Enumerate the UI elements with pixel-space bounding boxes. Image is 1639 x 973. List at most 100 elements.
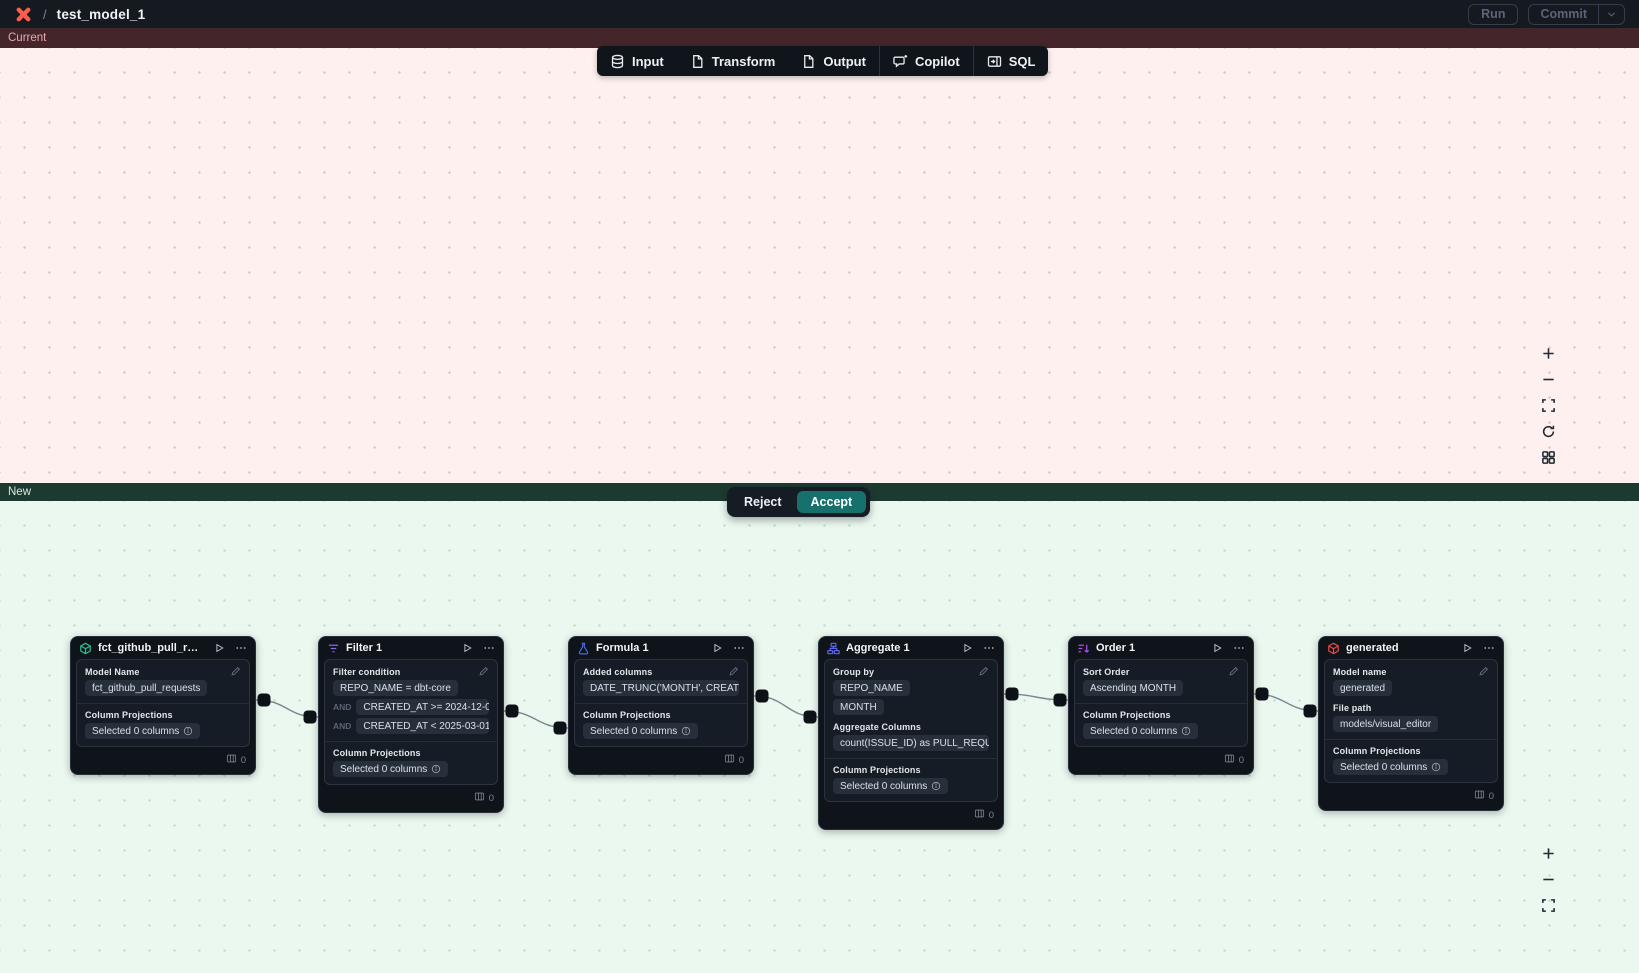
pill-row: MONTH xyxy=(833,699,989,715)
info-icon[interactable] xyxy=(931,781,941,791)
run-node-icon[interactable] xyxy=(213,642,225,654)
value-pill[interactable]: Ascending MONTH xyxy=(1083,680,1183,696)
value-pill[interactable]: Selected 0 columns xyxy=(833,778,948,794)
input-port[interactable] xyxy=(1054,694,1067,707)
node-card: Model Namefct_github_pull_requests Column… xyxy=(76,659,250,747)
node-order-1[interactable]: Order 1Sort OrderAscending MONTHColumn P… xyxy=(1068,636,1254,775)
fit-view-icon[interactable] xyxy=(1540,897,1557,914)
value-pill[interactable]: DATE_TRUNC('MONTH', CREATED_AT… xyxy=(583,680,739,696)
output-port[interactable] xyxy=(1256,688,1269,701)
accept-button[interactable]: Accept xyxy=(797,491,867,513)
node-menu-icon[interactable] xyxy=(983,642,995,654)
zoom-in-icon[interactable] xyxy=(1540,345,1557,362)
refresh-icon[interactable] xyxy=(1540,423,1557,440)
run-node-icon[interactable] xyxy=(961,642,973,654)
node-title: generated xyxy=(1346,642,1451,654)
dbt-logo-icon[interactable] xyxy=(14,5,33,24)
node-menu-icon[interactable] xyxy=(483,642,495,654)
output-port[interactable] xyxy=(258,694,271,707)
toolbar-copilot-button[interactable]: Copilot xyxy=(880,46,973,76)
node-aggregate-1[interactable]: Aggregate 1Group byREPO_NAMEMONTHAggrega… xyxy=(818,636,1004,830)
pill-text: Selected 0 columns xyxy=(1340,762,1427,773)
node-generated[interactable]: generatedModel namegeneratedFile pathmod… xyxy=(1318,636,1504,811)
value-pill[interactable]: models/visual_editor xyxy=(1333,716,1438,732)
layout-grid-icon[interactable] xyxy=(1540,449,1557,466)
toolbar-item-label: Copilot xyxy=(915,54,960,69)
value-pill[interactable]: Selected 0 columns xyxy=(583,723,698,739)
section-label: Column Projections xyxy=(583,710,671,720)
node-fct-github-pull-requests[interactable]: fct_github_pull_requestsModel Namefct_gi… xyxy=(70,636,256,775)
edit-pencil-icon[interactable] xyxy=(978,666,989,677)
value-pill[interactable]: Selected 0 columns xyxy=(1333,759,1448,775)
commit-dropdown-button[interactable] xyxy=(1598,5,1624,24)
info-icon[interactable] xyxy=(681,726,691,736)
commit-split-button: Commit xyxy=(1528,4,1625,25)
run-node-icon[interactable] xyxy=(1461,642,1473,654)
file-icon xyxy=(801,54,816,69)
value-pill[interactable]: REPO_NAME = dbt-core xyxy=(333,680,458,696)
toolbar-input-button[interactable]: Input xyxy=(597,46,677,76)
run-node-icon[interactable] xyxy=(711,642,723,654)
node-menu-icon[interactable] xyxy=(733,642,745,654)
zoom-out-icon[interactable] xyxy=(1540,871,1557,888)
node-formula-1[interactable]: Formula 1Added columnsDATE_TRUNC('MONTH'… xyxy=(568,636,754,775)
condition-conjunction: AND xyxy=(333,702,351,712)
node-filter-1[interactable]: Filter 1Filter conditionREPO_NAME = dbt-… xyxy=(318,636,504,813)
run-node-icon[interactable] xyxy=(461,642,473,654)
input-port[interactable] xyxy=(554,722,567,735)
edit-pencil-icon[interactable] xyxy=(728,666,739,677)
info-icon[interactable] xyxy=(431,764,441,774)
value-pill[interactable]: fct_github_pull_requests xyxy=(85,680,207,696)
node-menu-icon[interactable] xyxy=(1233,642,1245,654)
input-port[interactable] xyxy=(1304,705,1317,718)
value-pill[interactable]: Selected 0 columns xyxy=(85,723,200,739)
input-port[interactable] xyxy=(804,711,817,724)
row-count: 0 xyxy=(489,793,494,804)
edit-pencil-icon[interactable] xyxy=(1478,666,1489,677)
current-version-banner: Current xyxy=(0,28,1639,48)
value-pill[interactable]: generated xyxy=(1333,680,1392,696)
zoom-out-icon[interactable] xyxy=(1540,371,1557,388)
zoom-in-icon[interactable] xyxy=(1540,845,1557,862)
commit-button[interactable]: Commit xyxy=(1529,5,1598,24)
value-pill[interactable]: Selected 0 columns xyxy=(1083,723,1198,739)
columns-icon xyxy=(474,789,485,807)
value-pill[interactable]: MONTH xyxy=(833,699,884,715)
run-node-icon[interactable] xyxy=(1211,642,1223,654)
section-divider xyxy=(325,741,497,742)
edit-pencil-icon[interactable] xyxy=(230,666,241,677)
pill-row: Selected 0 columns xyxy=(583,723,739,739)
toolbar-transform-button[interactable]: Transform xyxy=(677,46,789,76)
current-canvas-controls xyxy=(1540,345,1557,466)
edit-pencil-icon[interactable] xyxy=(478,666,489,677)
section-label: Aggregate Columns xyxy=(833,722,921,732)
run-button[interactable]: Run xyxy=(1468,4,1518,25)
fit-view-icon[interactable] xyxy=(1540,397,1557,414)
info-icon[interactable] xyxy=(183,726,193,736)
value-pill[interactable]: REPO_NAME xyxy=(833,680,910,696)
columns-icon xyxy=(1224,751,1235,769)
input-port[interactable] xyxy=(304,711,317,724)
sql-panel-icon xyxy=(987,54,1002,69)
output-port[interactable] xyxy=(1006,688,1019,701)
output-port[interactable] xyxy=(756,690,769,703)
toolbar-output-button[interactable]: Output xyxy=(788,46,879,76)
node-section: Model Namefct_github_pull_requests xyxy=(85,666,241,696)
section-label: File path xyxy=(1333,703,1371,713)
current-canvas[interactable] xyxy=(0,48,1639,483)
reject-button[interactable]: Reject xyxy=(731,491,795,513)
output-port[interactable] xyxy=(506,705,519,718)
toolbar-sql-button[interactable]: SQL xyxy=(974,46,1049,76)
node-menu-icon[interactable] xyxy=(1483,642,1495,654)
node-section: Column ProjectionsSelected 0 columns xyxy=(85,710,241,739)
value-pill[interactable]: Selected 0 columns xyxy=(333,761,448,777)
value-pill[interactable]: count(ISSUE_ID) as PULL_REQUEST_… xyxy=(833,735,989,751)
toolbar-item-label: Transform xyxy=(712,54,776,69)
info-icon[interactable] xyxy=(1181,726,1191,736)
value-pill[interactable]: CREATED_AT < 2025-03-01 xyxy=(356,718,489,734)
columns-icon xyxy=(226,751,237,769)
value-pill[interactable]: CREATED_AT >= 2024-12-01 xyxy=(356,699,489,715)
edit-pencil-icon[interactable] xyxy=(1228,666,1239,677)
info-icon[interactable] xyxy=(1431,762,1441,772)
node-menu-icon[interactable] xyxy=(235,642,247,654)
